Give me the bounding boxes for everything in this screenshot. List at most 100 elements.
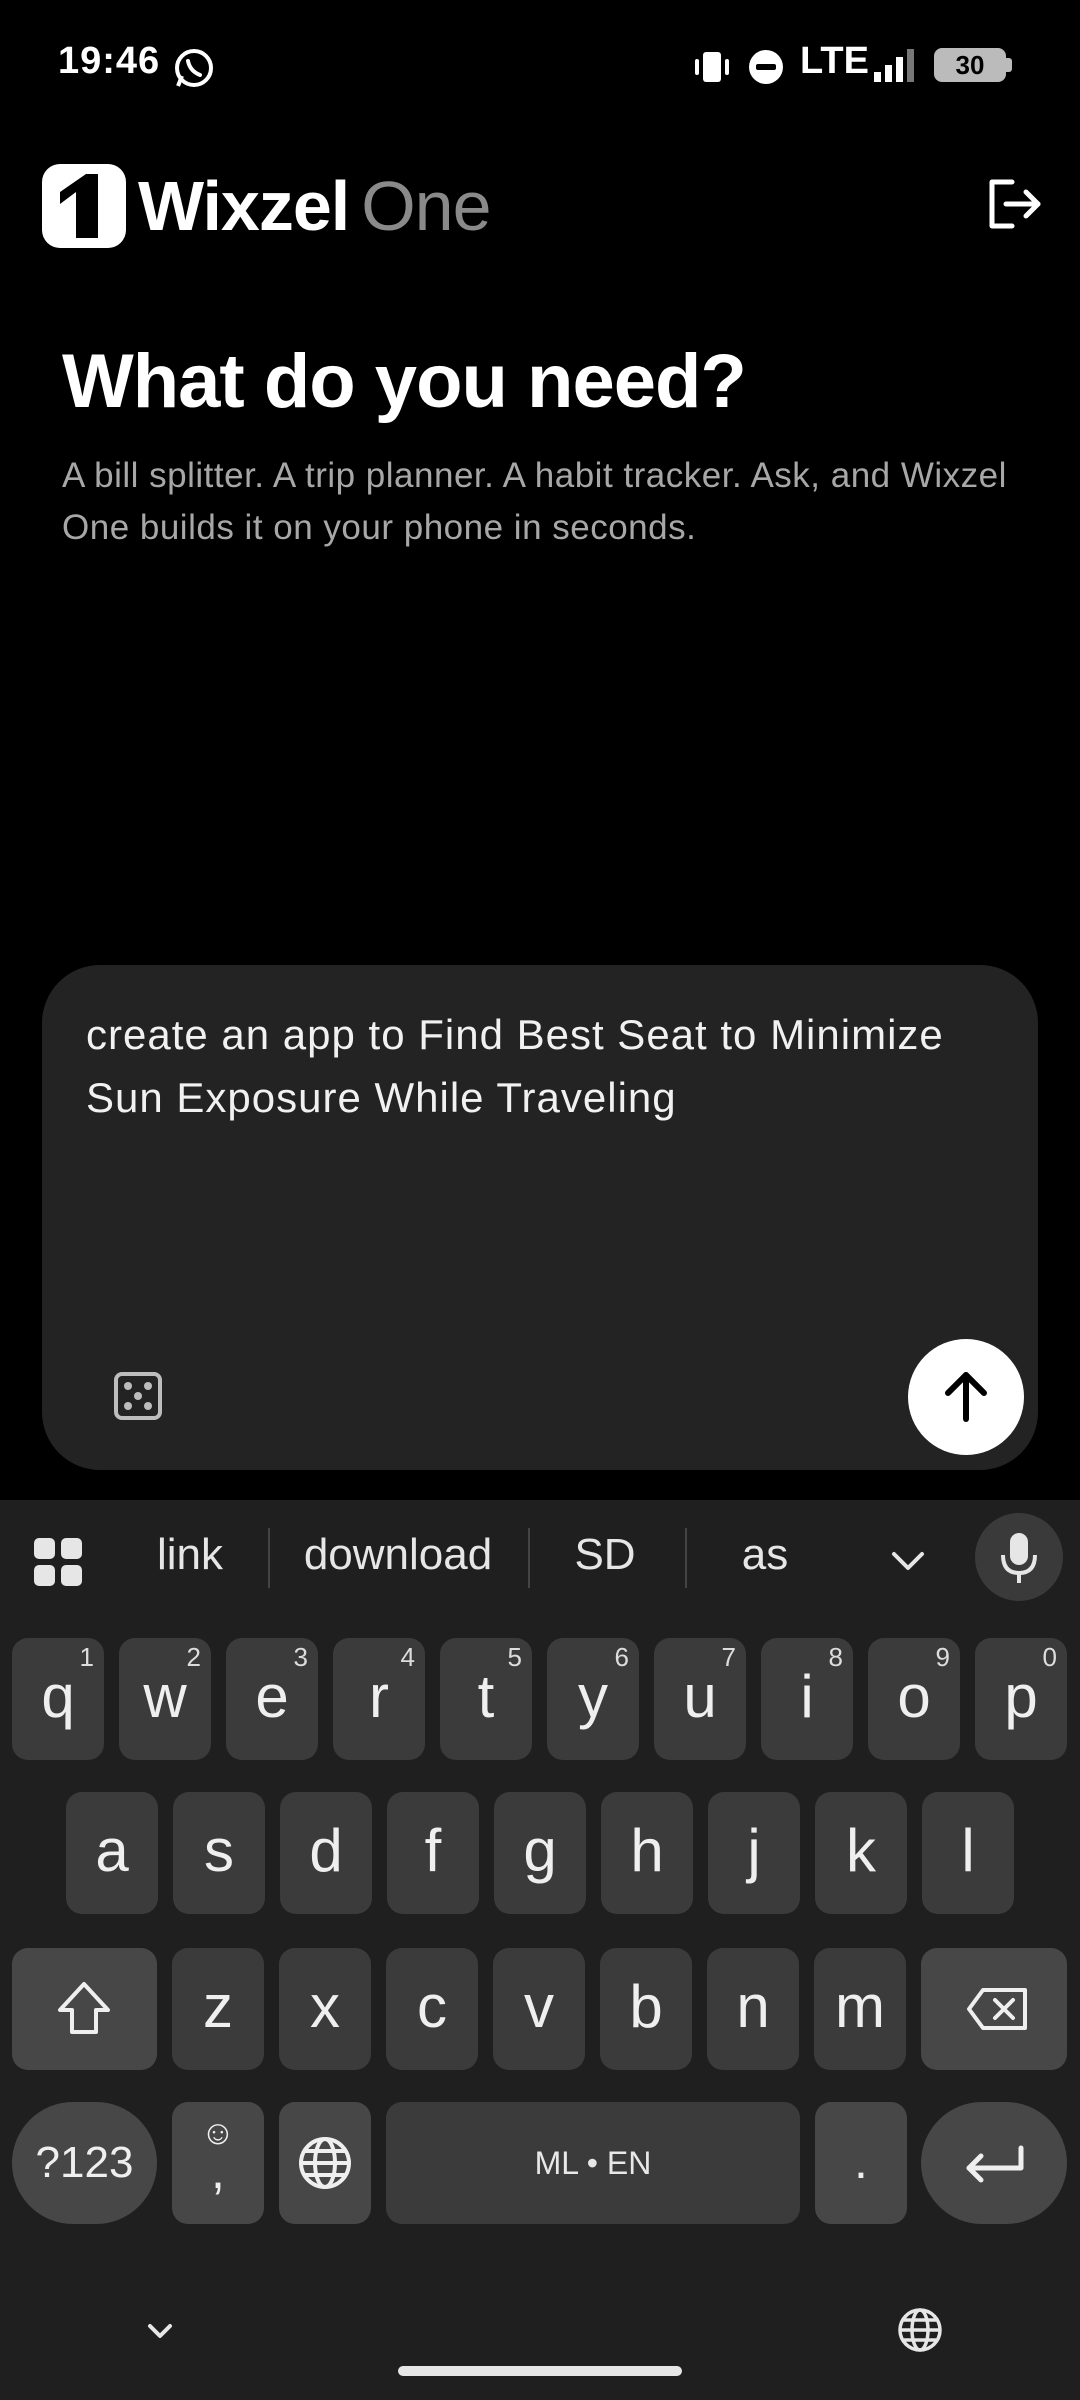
enter-key[interactable]	[921, 2102, 1067, 2224]
key-label: e	[255, 1663, 289, 1730]
key-x[interactable]: x	[279, 1948, 371, 2070]
signal-icon	[874, 49, 914, 82]
key-hint: 1	[79, 1642, 94, 1672]
key-d[interactable]: d	[280, 1792, 372, 1914]
comma-label: ,	[211, 2143, 225, 2199]
app-logo-icon	[42, 164, 126, 248]
emoji-comma-key[interactable]: ☺ ,	[172, 2102, 264, 2224]
do-not-disturb-icon	[749, 50, 783, 84]
key-q[interactable]: q1	[12, 1638, 104, 1760]
key-r[interactable]: r4	[333, 1638, 425, 1760]
suggestion-divider	[685, 1528, 687, 1588]
apps-grid-icon	[34, 1538, 82, 1586]
key-label: q	[41, 1663, 75, 1730]
key-y[interactable]: y6	[547, 1638, 639, 1760]
brand-name: Wixzel One	[138, 166, 492, 246]
enter-icon	[966, 2145, 1024, 2183]
globe-icon	[299, 2137, 351, 2189]
battery-cap	[1006, 58, 1012, 72]
logout-button[interactable]	[982, 172, 1046, 236]
prompt-input-card[interactable]: create an app to Find Best Seat to Minim…	[42, 965, 1038, 1470]
suggestion-divider	[528, 1528, 530, 1588]
key-hint: 2	[186, 1642, 201, 1672]
network-type: LTE	[800, 40, 869, 82]
language-key[interactable]	[279, 2102, 371, 2224]
key-label: y	[578, 1663, 608, 1730]
key-g[interactable]: g	[494, 1792, 586, 1914]
suggestion-3[interactable]: SD	[540, 1530, 670, 1580]
key-label: t	[477, 1663, 495, 1730]
key-hint: 7	[721, 1642, 736, 1672]
backspace-key[interactable]	[921, 1948, 1067, 2070]
navigation-bar	[0, 2270, 1080, 2400]
key-hint: 5	[507, 1642, 522, 1672]
key-hint: 0	[1042, 1642, 1057, 1672]
keyboard: link download SD as q1w2e3r4t5y6u7i8o9p0…	[0, 1500, 1080, 2400]
key-hint: 9	[935, 1642, 950, 1672]
prompt-textarea[interactable]: create an app to Find Best Seat to Minim…	[86, 1003, 986, 1129]
chevron-down-icon	[148, 2324, 172, 2338]
suggestion-2[interactable]: download	[280, 1530, 516, 1580]
logout-icon	[989, 179, 1041, 229]
key-u[interactable]: u7	[654, 1638, 746, 1760]
apps-grid-button[interactable]	[32, 1536, 84, 1588]
key-i[interactable]: i8	[761, 1638, 853, 1760]
suggestion-1[interactable]: link	[120, 1530, 260, 1580]
vibrate-icon	[695, 52, 729, 82]
chevron-down-icon	[892, 1552, 924, 1570]
symbols-key[interactable]: ?123	[12, 2102, 157, 2224]
key-h[interactable]: h	[601, 1792, 693, 1914]
key-t[interactable]: t5	[440, 1638, 532, 1760]
suggestion-4[interactable]: as	[700, 1530, 830, 1580]
key-e[interactable]: e3	[226, 1638, 318, 1760]
home-indicator[interactable]	[398, 2366, 682, 2376]
arrow-up-icon	[945, 1372, 987, 1422]
key-j[interactable]: j	[708, 1792, 800, 1914]
period-key[interactable]: .	[815, 2102, 907, 2224]
page-title: What do you need?	[62, 339, 747, 424]
brand-wordmark: Wixzel	[138, 167, 350, 245]
key-hint: 3	[293, 1642, 308, 1672]
page-subtitle: A bill splitter. A trip planner. A habit…	[62, 456, 1007, 547]
space-key[interactable]: ML • EN	[386, 2102, 800, 2224]
key-b[interactable]: b	[600, 1948, 692, 2070]
key-f[interactable]: f	[387, 1792, 479, 1914]
switch-keyboard-button[interactable]	[896, 2306, 944, 2354]
key-c[interactable]: c	[386, 1948, 478, 2070]
dice-icon	[114, 1372, 162, 1420]
key-p[interactable]: p0	[975, 1638, 1067, 1760]
status-time: 19:46	[58, 40, 161, 82]
key-n[interactable]: n	[707, 1948, 799, 2070]
random-idea-button[interactable]	[112, 1370, 164, 1422]
key-m[interactable]: m	[814, 1948, 906, 2070]
key-l[interactable]: l	[922, 1792, 1014, 1914]
status-bar: 19:46 LTE 30	[0, 0, 1080, 130]
suggestion-bar: link download SD as	[0, 1500, 1080, 1615]
globe-icon	[898, 2308, 942, 2352]
key-s[interactable]: s	[173, 1792, 265, 1914]
backspace-icon	[967, 1988, 1027, 2030]
key-label: w	[143, 1663, 187, 1730]
voice-input-button[interactable]	[975, 1513, 1063, 1601]
whatsapp-icon	[175, 49, 213, 87]
battery-indicator: 30	[934, 48, 1006, 82]
key-label: p	[1004, 1663, 1038, 1730]
suggestion-divider	[268, 1528, 270, 1588]
key-z[interactable]: z	[172, 1948, 264, 2070]
key-v[interactable]: v	[493, 1948, 585, 2070]
key-a[interactable]: a	[66, 1792, 158, 1914]
shift-key[interactable]	[12, 1948, 157, 2070]
key-hint: 4	[400, 1642, 415, 1672]
expand-suggestions-button[interactable]	[884, 1536, 932, 1584]
key-o[interactable]: o9	[868, 1638, 960, 1760]
key-label: i	[800, 1663, 814, 1730]
key-k[interactable]: k	[815, 1792, 907, 1914]
send-button[interactable]	[908, 1339, 1024, 1455]
key-hint: 8	[828, 1642, 843, 1672]
mic-icon	[1001, 1533, 1037, 1583]
key-w[interactable]: w2	[119, 1638, 211, 1760]
key-label: o	[897, 1663, 931, 1730]
key-hint: 6	[614, 1642, 629, 1672]
hide-keyboard-button[interactable]	[138, 2310, 182, 2354]
key-label: r	[369, 1663, 389, 1730]
